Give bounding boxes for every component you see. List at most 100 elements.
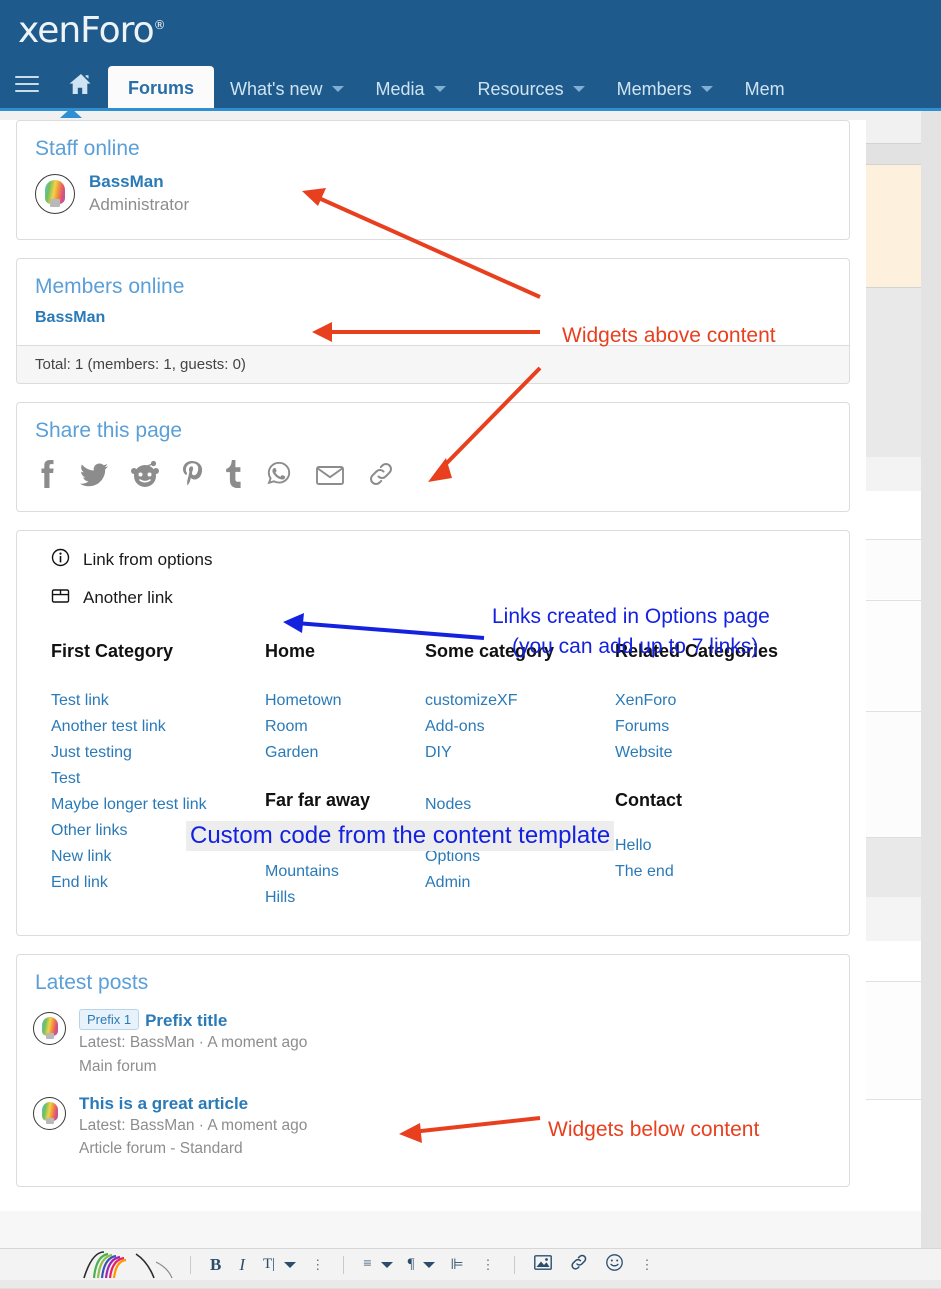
- tab-members[interactable]: Members: [601, 68, 729, 110]
- post-title-link[interactable]: Prefix title: [145, 1011, 227, 1030]
- text-style-button[interactable]: T|: [263, 1256, 275, 1273]
- post-avatar[interactable]: [33, 1012, 66, 1046]
- more-options-icon[interactable]: ⋮: [641, 1257, 654, 1273]
- footer-link[interactable]: The end: [615, 859, 815, 885]
- footer-columns: First Category Test link Another test li…: [17, 623, 849, 935]
- latest-posts-title: Latest posts: [35, 971, 149, 995]
- align-button[interactable]: ≡: [363, 1256, 371, 1273]
- footer-link[interactable]: Hometown: [265, 688, 425, 714]
- post-meta: Latest: BassMan · A moment ago: [79, 1034, 308, 1052]
- paragraph-button[interactable]: ¶: [408, 1256, 415, 1273]
- chevron-down-icon[interactable]: [433, 86, 446, 92]
- staff-member-name[interactable]: BassMan: [89, 171, 189, 194]
- tumblr-icon[interactable]: [225, 459, 243, 489]
- link-icon[interactable]: [367, 459, 395, 489]
- toolbar-separator: [190, 1255, 191, 1274]
- nav-active-arrow: [60, 108, 82, 118]
- info-circle-icon: [51, 548, 70, 572]
- share-page-widget: Share this page: [16, 401, 850, 512]
- tab-whats-new[interactable]: What's new: [214, 68, 359, 110]
- footer-link[interactable]: Admin: [425, 870, 615, 896]
- footer-link[interactable]: XenForo: [615, 688, 815, 714]
- tab-resources[interactable]: Resources: [462, 68, 601, 110]
- toolbar-separator: [343, 1255, 345, 1274]
- option-link-label: Link from options: [83, 549, 213, 569]
- post-forum[interactable]: Main forum: [79, 1055, 831, 1078]
- footer-link[interactable]: Hello: [615, 833, 815, 859]
- footer-column-heading: First Category: [51, 640, 174, 661]
- tab-members-overflow[interactable]: Mem: [729, 68, 801, 110]
- members-online-widget: Members online BassMan Total: 1 (members…: [16, 257, 850, 384]
- share-page-title: Share this page: [35, 418, 183, 442]
- list-button[interactable]: ⊫: [450, 1255, 463, 1274]
- footer-link[interactable]: DIY: [425, 740, 615, 766]
- footer-column-subheading: Contact: [615, 790, 682, 811]
- reddit-icon[interactable]: [131, 459, 159, 489]
- page-gutter: [921, 111, 941, 1280]
- chevron-down-icon[interactable]: [700, 86, 713, 92]
- footer-column-1: First Category Test link Another test li…: [51, 641, 265, 911]
- main-navigation: Forums What's new Media Resources Member…: [0, 58, 941, 110]
- more-options-icon[interactable]: ⋮: [482, 1257, 495, 1273]
- footer-link[interactable]: Room: [265, 714, 425, 740]
- footer-link[interactable]: Just testing: [51, 740, 265, 766]
- annotation-links-options-line1: Links created in Options page: [492, 605, 770, 628]
- footer-link[interactable]: Maybe longer test link: [51, 792, 265, 818]
- avatar[interactable]: [35, 173, 75, 214]
- footer-link[interactable]: End link: [51, 870, 265, 896]
- nav-label: Media: [375, 78, 425, 99]
- post-avatar[interactable]: [33, 1096, 66, 1130]
- annotation-widgets-above: Widgets above content: [562, 324, 776, 347]
- staff-member-row[interactable]: BassMan Administrator: [35, 169, 831, 223]
- footer-column-4: Related Categories XenForo Forums Websit…: [615, 641, 815, 911]
- twitter-icon[interactable]: [79, 459, 109, 489]
- latest-posts-widget: Latest posts Prefix 1 Prefix title Latest…: [16, 954, 850, 1188]
- footer-column-subheading: Far far away: [265, 790, 371, 811]
- whatsapp-icon[interactable]: [265, 459, 293, 489]
- smiley-icon[interactable]: [605, 1253, 623, 1276]
- nav-label: Resources: [477, 78, 564, 99]
- footer-link[interactable]: Add-ons: [425, 714, 615, 740]
- footer-link[interactable]: Nodes: [425, 792, 615, 818]
- home-icon[interactable]: [54, 58, 108, 110]
- toolbar-separator: [513, 1255, 515, 1274]
- facebook-icon[interactable]: [35, 459, 57, 489]
- italic-button[interactable]: I: [239, 1255, 245, 1275]
- chevron-down-icon[interactable]: [284, 1261, 297, 1268]
- annotation-widgets-below: Widgets below content: [548, 1118, 760, 1141]
- footer-link[interactable]: Mountains: [265, 859, 425, 885]
- footer-link[interactable]: customizeXF: [425, 688, 615, 714]
- nav-label: What's new: [230, 78, 323, 99]
- chevron-down-icon[interactable]: [572, 86, 585, 92]
- more-options-icon[interactable]: ⋮: [311, 1257, 324, 1273]
- footer-link[interactable]: Test link: [51, 688, 265, 714]
- chevron-down-icon[interactable]: [423, 1261, 436, 1268]
- hamburger-icon[interactable]: [0, 58, 54, 110]
- tab-media[interactable]: Media: [360, 68, 462, 110]
- site-logo[interactable]: xenForo®: [18, 10, 166, 51]
- pinterest-icon[interactable]: [181, 459, 203, 489]
- chevron-down-icon[interactable]: [331, 86, 344, 92]
- footer-link[interactable]: Test: [51, 766, 265, 792]
- bold-button[interactable]: B: [210, 1255, 221, 1275]
- tab-forums[interactable]: Forums: [108, 66, 215, 110]
- members-online-total: Total: 1 (members: 1, guests: 0): [17, 344, 849, 383]
- post-title-link[interactable]: This is a great article: [79, 1094, 248, 1113]
- box-icon: [51, 586, 70, 610]
- editor-toolbar: B I T| ⋮ ≡ ¶ ⊫ ⋮ ⋮: [0, 1248, 941, 1280]
- footer-link[interactable]: Hills: [265, 885, 425, 911]
- latest-post-item[interactable]: Prefix 1 Prefix title Latest: BassMan · A…: [33, 1003, 831, 1088]
- post-prefix-badge[interactable]: Prefix 1: [79, 1009, 140, 1031]
- footer-link[interactable]: Forums: [615, 714, 815, 740]
- email-icon[interactable]: [315, 459, 345, 489]
- footer-link[interactable]: Garden: [265, 740, 425, 766]
- nav-accent-bar: [0, 108, 941, 111]
- footer-link[interactable]: Website: [615, 740, 815, 766]
- staff-online-widget: Staff online BassMan Administrator: [16, 120, 850, 240]
- option-link-item[interactable]: Link from options: [51, 541, 831, 579]
- link-icon[interactable]: [570, 1254, 588, 1275]
- footer-column-3: Some category customizeXF Add-ons DIY No…: [425, 641, 615, 911]
- chevron-down-icon[interactable]: [380, 1261, 393, 1268]
- footer-link[interactable]: Another test link: [51, 714, 265, 740]
- image-icon[interactable]: [533, 1254, 552, 1275]
